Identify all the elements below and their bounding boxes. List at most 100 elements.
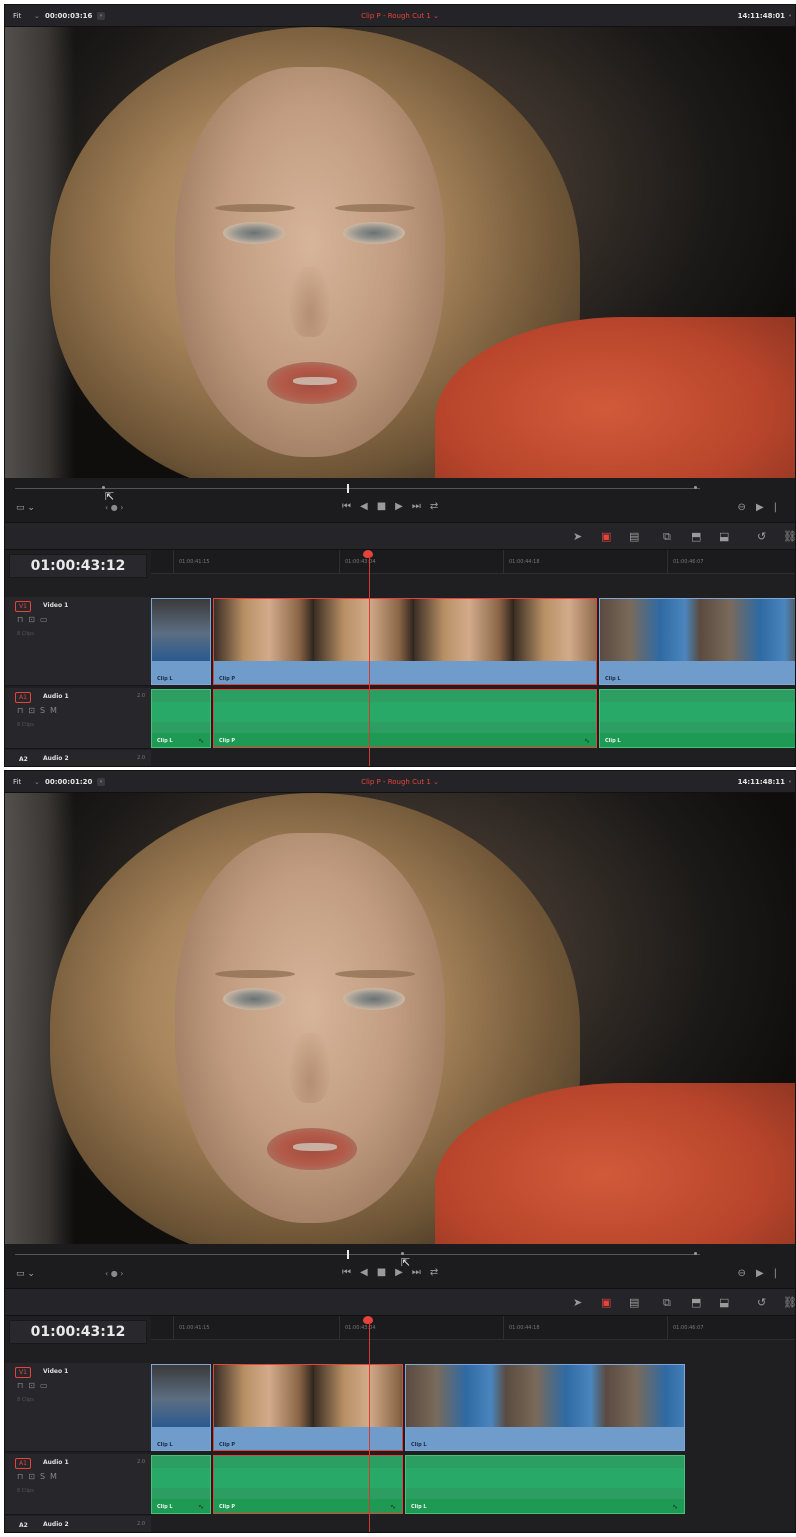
- replace-clip-icon[interactable]: ⧉: [663, 530, 671, 544]
- audio-clip[interactable]: Clip L ∿: [151, 1455, 211, 1514]
- fade-handle-icon[interactable]: ∿: [584, 737, 590, 745]
- lock-icon[interactable]: ⊓: [17, 706, 28, 715]
- track-badge[interactable]: A1: [15, 692, 31, 703]
- lock-icon[interactable]: ⊓: [17, 1381, 28, 1390]
- video-clip-selected[interactable]: Clip P: [213, 598, 597, 685]
- video-clip[interactable]: Clip L: [151, 1364, 211, 1451]
- audio-clip[interactable]: Clip L: [599, 689, 795, 748]
- scrubber-playhead[interactable]: [347, 484, 349, 493]
- video-lane-v1[interactable]: Clip L Clip P Clip L: [151, 597, 795, 686]
- auto-select-icon[interactable]: ⊡: [28, 1472, 40, 1481]
- mute-icon[interactable]: M: [50, 706, 62, 715]
- fade-handle-icon[interactable]: ∿: [390, 1503, 396, 1511]
- audio-lane-a1[interactable]: Clip L ∿ Clip P ∿ Clip L: [151, 688, 795, 749]
- next-edit-icon[interactable]: ▶|: [756, 1268, 787, 1279]
- video-clip[interactable]: Clip L: [405, 1364, 685, 1451]
- video-clip-selected[interactable]: Clip P: [213, 1364, 403, 1451]
- skip-to-start-icon[interactable]: ⏮: [342, 1267, 360, 1278]
- video-clip[interactable]: Clip L: [599, 598, 795, 685]
- skip-to-end-icon[interactable]: ⏭: [412, 1267, 430, 1278]
- playhead-line[interactable]: [369, 1322, 370, 1532]
- lock-icon[interactable]: ⊓: [17, 615, 28, 624]
- loop-icon[interactable]: ⇄: [430, 501, 447, 512]
- display-icon[interactable]: ▭ ⌄: [16, 1269, 35, 1279]
- selection-arrow-icon[interactable]: ➤: [573, 530, 582, 543]
- track-name[interactable]: Audio 2: [43, 1521, 69, 1528]
- video-viewer[interactable]: [5, 793, 795, 1244]
- video-clip[interactable]: Clip L: [151, 598, 211, 685]
- insert-clip-icon[interactable]: ▣: [601, 1296, 611, 1309]
- track-name[interactable]: Audio 1: [43, 1459, 69, 1466]
- display-icon[interactable]: ▭ ⌄: [16, 503, 35, 513]
- playhead-marker[interactable]: [363, 550, 373, 558]
- audio-lane-a1[interactable]: Clip L ∿ Clip P ∿ Clip L ∿: [151, 1454, 795, 1515]
- replace-clip-icon[interactable]: ⧉: [663, 1296, 671, 1310]
- play-icon[interactable]: ▶: [395, 501, 412, 512]
- linked-selection-icon[interactable]: ⛓: [783, 1296, 795, 1309]
- track-badge[interactable]: V1: [15, 1367, 31, 1378]
- linked-selection-icon[interactable]: ⛓: [783, 530, 795, 543]
- audio-clip[interactable]: Clip L ∿: [151, 689, 211, 748]
- play-reverse-icon[interactable]: ◀: [360, 501, 377, 512]
- playhead-line[interactable]: [369, 556, 370, 766]
- more-icon[interactable]: •: [788, 778, 792, 786]
- place-on-top-icon[interactable]: ⬒: [691, 1296, 701, 1309]
- auto-select-icon[interactable]: ⊡: [28, 1381, 40, 1390]
- selection-arrow-icon[interactable]: ➤: [573, 1296, 582, 1309]
- loop-icon[interactable]: ⇄: [430, 1267, 447, 1278]
- skip-to-start-icon[interactable]: ⏮: [342, 501, 360, 512]
- snapping-icon[interactable]: ↺: [757, 530, 766, 543]
- fade-handle-icon[interactable]: ∿: [198, 737, 204, 745]
- audio-clip-selected[interactable]: Clip P ∿: [213, 689, 597, 748]
- solo-icon[interactable]: S: [40, 1472, 50, 1481]
- auto-select-icon[interactable]: ⊡: [28, 706, 40, 715]
- snapping-icon[interactable]: ↺: [757, 1296, 766, 1309]
- stop-icon[interactable]: ■: [377, 1267, 395, 1278]
- track-visibility-icon[interactable]: ▭: [40, 1381, 53, 1390]
- skip-to-end-icon[interactable]: ⏭: [412, 501, 430, 512]
- scrubber-bar[interactable]: [15, 1254, 700, 1255]
- scrubber-bar[interactable]: [15, 488, 700, 489]
- track-name[interactable]: Audio 1: [43, 693, 69, 700]
- fade-handle-icon[interactable]: ∿: [672, 1503, 678, 1511]
- play-icon[interactable]: ▶: [395, 1267, 412, 1278]
- track-visibility-icon[interactable]: ▭: [40, 615, 53, 624]
- play-reverse-icon[interactable]: ◀: [360, 1267, 377, 1278]
- scrubber-playhead[interactable]: [347, 1250, 349, 1259]
- timeline-timecode[interactable]: 01:00:43:12: [9, 1320, 147, 1344]
- track-badge[interactable]: A2: [15, 1520, 32, 1531]
- lock-icon[interactable]: ⊓: [17, 1472, 28, 1481]
- auto-select-icon[interactable]: ⊡: [28, 615, 40, 624]
- clip-title-dropdown[interactable]: Clip P - Rough Cut 1 ⌄: [5, 778, 795, 786]
- match-frame-icon[interactable]: ⊖: [738, 1268, 756, 1279]
- jog-icon[interactable]: ‹ ● ›: [105, 503, 123, 512]
- playhead-marker[interactable]: [363, 1316, 373, 1324]
- track-badge[interactable]: A2: [15, 754, 32, 765]
- insert-clip-icon[interactable]: ▣: [601, 530, 611, 543]
- audio-clip-selected[interactable]: Clip P ∿: [213, 1455, 403, 1514]
- jog-icon[interactable]: ‹ ● ›: [105, 1269, 123, 1278]
- place-on-top-icon[interactable]: ⬒: [691, 530, 701, 543]
- audio-clip[interactable]: Clip L ∿: [405, 1455, 685, 1514]
- ripple-overwrite-icon[interactable]: ⬓: [719, 1296, 729, 1309]
- match-frame-icon[interactable]: ⊖: [738, 502, 756, 513]
- solo-icon[interactable]: S: [40, 706, 50, 715]
- video-viewer[interactable]: [5, 27, 795, 478]
- track-name[interactable]: Video 1: [43, 1368, 68, 1375]
- fade-handle-icon[interactable]: ∿: [198, 1503, 204, 1511]
- overwrite-clip-icon[interactable]: ▤: [629, 530, 639, 543]
- timeline-timecode[interactable]: 01:00:43:12: [9, 554, 147, 578]
- more-icon[interactable]: •: [788, 12, 792, 20]
- track-name[interactable]: Audio 2: [43, 755, 69, 762]
- timeline-ruler[interactable]: 01:00:41:15 01:00:43:04 01:00:44:18 01:0…: [151, 1316, 795, 1340]
- track-name[interactable]: Video 1: [43, 602, 68, 609]
- track-badge[interactable]: A1: [15, 1458, 31, 1469]
- video-lane-v1[interactable]: Clip L Clip P Clip L: [151, 1363, 795, 1452]
- next-edit-icon[interactable]: ▶|: [756, 502, 787, 513]
- timeline-ruler[interactable]: 01:00:41:15 01:00:43:04 01:00:44:18 01:0…: [151, 550, 795, 574]
- stop-icon[interactable]: ■: [377, 501, 395, 512]
- track-badge[interactable]: V1: [15, 601, 31, 612]
- overwrite-clip-icon[interactable]: ▤: [629, 1296, 639, 1309]
- ripple-overwrite-icon[interactable]: ⬓: [719, 530, 729, 543]
- clip-title-dropdown[interactable]: Clip P - Rough Cut 1 ⌄: [5, 12, 795, 20]
